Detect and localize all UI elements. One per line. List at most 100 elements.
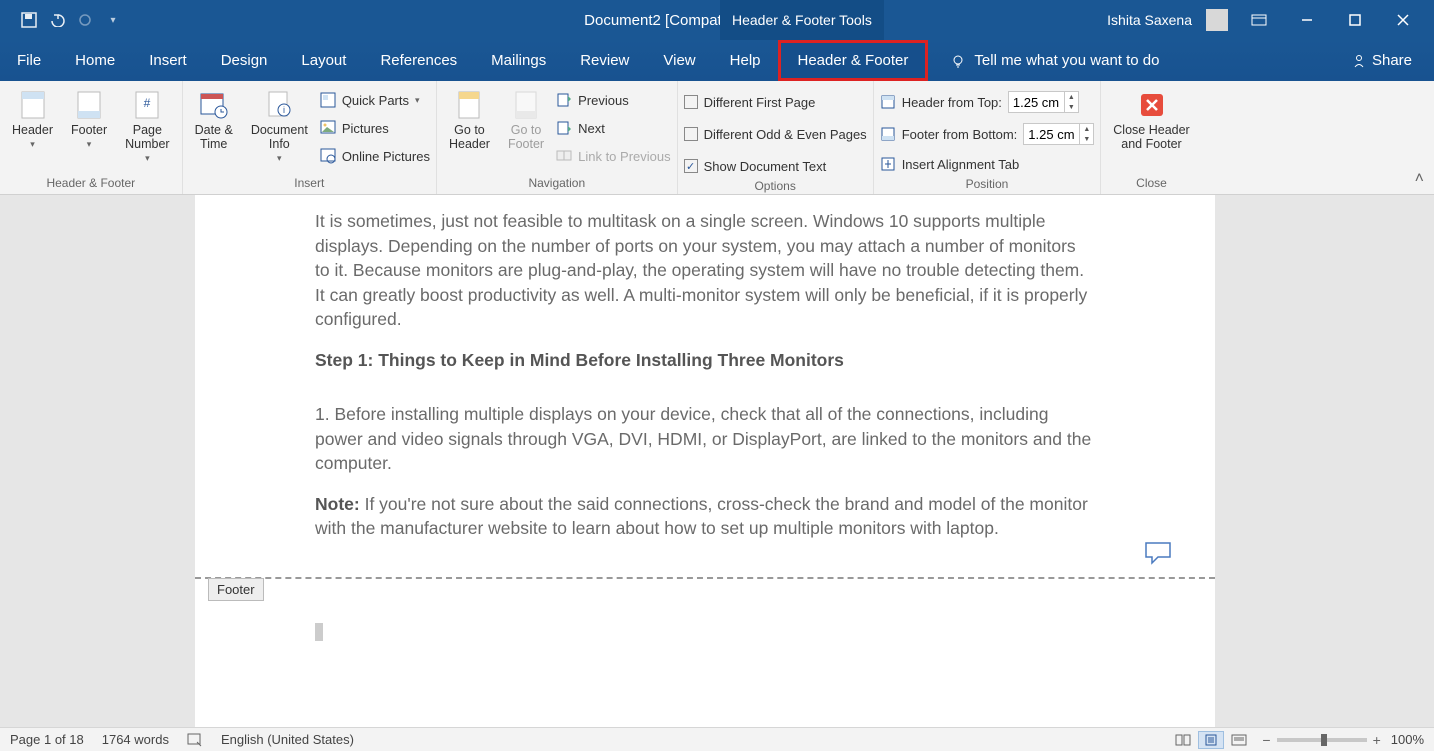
slider-track[interactable]: [1277, 738, 1367, 742]
header-top-input[interactable]: [1009, 92, 1064, 112]
lightbulb-icon: [950, 53, 966, 69]
group-label: Header & Footer: [6, 174, 176, 194]
page-number-label: Page Number: [125, 123, 169, 151]
customize-qat-icon[interactable]: ▾: [104, 11, 122, 29]
redo-icon[interactable]: [76, 11, 94, 29]
spell-check-icon[interactable]: [187, 733, 203, 747]
close-icon[interactable]: [1386, 5, 1420, 35]
link-to-previous-button: Link to Previous: [556, 145, 671, 167]
comment-indicator-icon[interactable]: [1144, 541, 1172, 565]
tab-insert[interactable]: Insert: [132, 40, 204, 81]
language-indicator[interactable]: English (United States): [221, 732, 354, 747]
spinner-up-icon[interactable]: ▲: [1080, 124, 1093, 134]
checkbox-icon: [684, 127, 698, 141]
pictures-label: Pictures: [342, 121, 389, 136]
previous-button[interactable]: Previous: [556, 89, 671, 111]
tab-home[interactable]: Home: [58, 40, 132, 81]
zoom-percent[interactable]: 100%: [1391, 732, 1424, 747]
online-pictures-button[interactable]: Online Pictures: [320, 145, 430, 167]
different-odd-even-checkbox[interactable]: Different Odd & Even Pages: [684, 123, 867, 145]
tab-references[interactable]: References: [363, 40, 474, 81]
document-info-button[interactable]: i Document Info▾: [245, 87, 314, 166]
goto-footer-button[interactable]: Go to Footer: [502, 87, 550, 153]
collapse-ribbon-icon[interactable]: ˄: [1415, 170, 1424, 188]
footer-edit-area[interactable]: [195, 579, 1215, 699]
spinner-down-icon[interactable]: ▼: [1080, 134, 1093, 144]
ribbon: Header▾ Footer▾ # Page Number▾ Header & …: [0, 81, 1434, 195]
note-label: Note:: [315, 494, 360, 514]
header-from-top-label: Header from Top:: [902, 95, 1002, 110]
goto-header-button[interactable]: Go to Header: [443, 87, 496, 153]
zoom-out-icon[interactable]: −: [1262, 732, 1270, 748]
tab-help[interactable]: Help: [713, 40, 778, 81]
title-bar: ▾ Document2 [Compatibility Mode] - Word …: [0, 0, 1434, 40]
quick-parts-icon: [320, 92, 336, 108]
header-button[interactable]: Header▾: [6, 87, 59, 152]
different-first-page-checkbox[interactable]: Different First Page: [684, 91, 867, 113]
paragraph: It is sometimes, just not feasible to mu…: [315, 209, 1095, 332]
footer-bottom-input[interactable]: [1024, 124, 1079, 144]
user-avatar-icon[interactable]: [1206, 9, 1228, 31]
header-top-icon: [880, 94, 896, 110]
tell-me-search[interactable]: Tell me what you want to do: [950, 40, 1159, 81]
tab-mailings[interactable]: Mailings: [474, 40, 563, 81]
ribbon-display-options-icon[interactable]: [1242, 5, 1276, 35]
web-layout-icon[interactable]: [1226, 731, 1252, 749]
close-header-footer-button[interactable]: Close Header and Footer: [1107, 87, 1195, 153]
note-paragraph: Note: If you're not sure about the said …: [315, 492, 1095, 541]
tab-review[interactable]: Review: [563, 40, 646, 81]
share-label: Share: [1372, 52, 1412, 69]
tab-view[interactable]: View: [646, 40, 712, 81]
zoom-slider[interactable]: − +: [1262, 732, 1380, 748]
spinner-up-icon[interactable]: ▲: [1065, 92, 1078, 102]
group-label: Navigation: [443, 174, 671, 194]
goto-header-label: Go to Header: [449, 123, 490, 151]
read-mode-icon[interactable]: [1170, 731, 1196, 749]
undo-icon[interactable]: [48, 11, 66, 29]
user-name: Ishita Saxena: [1107, 12, 1192, 28]
tab-header-footer[interactable]: Header & Footer: [778, 40, 929, 81]
next-label: Next: [578, 121, 605, 136]
alignment-tab-icon: [880, 156, 896, 172]
pictures-button[interactable]: Pictures: [320, 117, 430, 139]
quick-parts-button[interactable]: Quick Parts ▾: [320, 89, 430, 111]
document-workspace[interactable]: It is sometimes, just not feasible to mu…: [0, 195, 1434, 727]
document-info-icon: i: [263, 89, 295, 121]
word-count[interactable]: 1764 words: [102, 732, 169, 747]
footer-bottom-spinner[interactable]: ▲▼: [1023, 123, 1094, 145]
group-label: Options: [684, 177, 867, 197]
show-doc-text-label: Show Document Text: [704, 159, 827, 174]
date-time-button[interactable]: Date & Time: [189, 87, 239, 153]
header-top-spinner[interactable]: ▲▼: [1008, 91, 1079, 113]
tab-layout[interactable]: Layout: [284, 40, 363, 81]
footer-button[interactable]: Footer▾: [65, 87, 113, 152]
show-document-text-checkbox[interactable]: ✓Show Document Text: [684, 155, 867, 177]
minimize-icon[interactable]: [1290, 5, 1324, 35]
page-number-button[interactable]: # Page Number▾: [119, 87, 175, 166]
insert-alignment-tab-button[interactable]: Insert Alignment Tab: [880, 153, 1095, 175]
footer-from-bottom-label: Footer from Bottom:: [902, 127, 1018, 142]
save-icon[interactable]: [20, 11, 38, 29]
group-label: Insert: [189, 174, 430, 194]
previous-label: Previous: [578, 93, 629, 108]
page-indicator[interactable]: Page 1 of 18: [10, 732, 84, 747]
step-heading: Step 1: Things to Keep in Mind Before In…: [315, 348, 1095, 373]
group-close: Close Header and Footer Close: [1101, 81, 1201, 194]
footer-separator: Footer: [195, 577, 1215, 579]
goto-footer-icon: [510, 89, 542, 121]
window-controls: Ishita Saxena: [1107, 5, 1434, 35]
spinner-down-icon[interactable]: ▼: [1065, 102, 1078, 112]
diff-odd-even-label: Different Odd & Even Pages: [704, 127, 867, 142]
zoom-in-icon[interactable]: +: [1373, 732, 1381, 748]
group-insert: Date & Time i Document Info▾ Quick Parts…: [183, 81, 437, 194]
slider-thumb[interactable]: [1321, 734, 1327, 746]
checkbox-icon: [684, 95, 698, 109]
share-button[interactable]: Share: [1352, 40, 1434, 81]
tab-design[interactable]: Design: [204, 40, 285, 81]
next-button[interactable]: Next: [556, 117, 671, 139]
view-mode-buttons: [1170, 731, 1252, 749]
group-label: Position: [880, 175, 1095, 195]
tab-file[interactable]: File: [0, 40, 58, 81]
print-layout-icon[interactable]: [1198, 731, 1224, 749]
maximize-icon[interactable]: [1338, 5, 1372, 35]
